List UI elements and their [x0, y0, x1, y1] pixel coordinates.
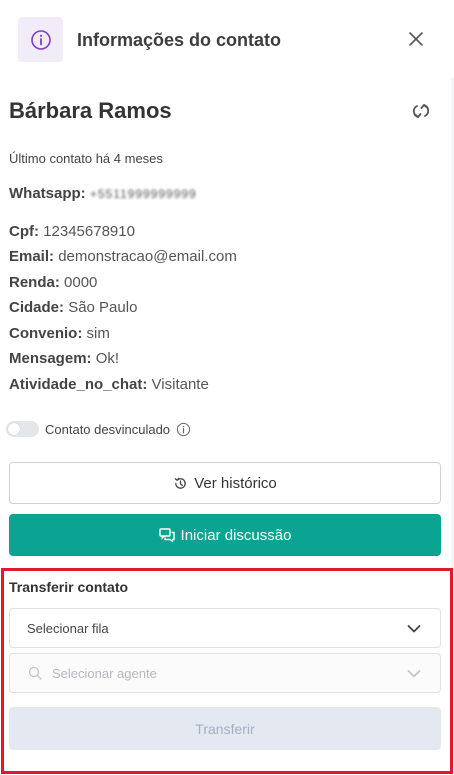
start-discussion-label: Iniciar discussão — [180, 526, 292, 544]
queue-select-placeholder: Selecionar fila — [27, 620, 109, 636]
info-circle-icon — [30, 29, 51, 50]
field-value: Visitante — [151, 376, 209, 393]
chat-bubbles-icon — [158, 527, 175, 542]
field-convenio: Convenio: sim — [9, 325, 110, 342]
field-key: Cpf: — [9, 223, 39, 240]
transfer-button[interactable]: Transferir — [9, 707, 441, 750]
field-value: +5511999999999 — [89, 187, 197, 201]
sync-icon[interactable] — [410, 100, 432, 122]
panel-title: Informações do contato — [77, 30, 282, 50]
transfer-title: Transferir contato — [9, 579, 129, 595]
unlinked-contact-row: Contato desvinculado — [6, 420, 191, 438]
field-cidade: Cidade: São Paulo — [9, 299, 137, 316]
close-button[interactable] — [404, 27, 428, 51]
view-history-button[interactable]: Ver histórico — [9, 462, 441, 504]
contact-name: Bárbara Ramos — [9, 98, 172, 123]
info-icon[interactable] — [176, 422, 191, 437]
unlinked-contact-toggle[interactable] — [6, 421, 39, 437]
field-cpf: Cpf: 12345678910 — [9, 223, 135, 240]
field-key: Whatsapp: — [9, 185, 86, 202]
queue-select[interactable]: Selecionar fila — [9, 608, 441, 648]
chevron-down-icon — [407, 625, 421, 633]
field-email: Email: demonstracao@email.com — [9, 248, 237, 265]
agent-select-placeholder: Selecionar agente — [52, 665, 157, 681]
chevron-down-icon — [407, 670, 421, 678]
search-icon — [28, 666, 42, 680]
field-atividade-no-chat: Atividade_no_chat: Visitante — [9, 376, 209, 393]
toggle-label: Contato desvinculado — [45, 421, 171, 437]
last-contact-text: Último contato há 4 meses — [9, 151, 163, 166]
info-icon-box — [18, 17, 63, 62]
agent-select[interactable]: Selecionar agente — [9, 653, 441, 693]
field-key: Email: — [9, 248, 55, 265]
field-key: Cidade: — [9, 299, 65, 316]
close-icon — [409, 32, 423, 46]
start-discussion-button[interactable]: Iniciar discussão — [9, 514, 441, 556]
field-whatsapp: Whatsapp: +5511999999999 — [9, 185, 197, 202]
panel-header: Informações do contato — [0, 0, 454, 78]
field-mensagem: Mensagem: Ok! — [9, 350, 119, 367]
history-icon — [174, 477, 187, 489]
field-value: 0000 — [64, 274, 98, 291]
field-key: Convenio: — [9, 325, 83, 342]
field-value: sim — [86, 325, 110, 342]
view-history-label: Ver histórico — [194, 474, 277, 492]
field-value: 12345678910 — [43, 223, 135, 240]
field-value: São Paulo — [68, 299, 138, 316]
field-value: Ok! — [95, 350, 120, 367]
transfer-button-label: Transferir — [195, 720, 255, 737]
field-value: demonstracao@email.com — [58, 248, 237, 265]
field-key: Mensagem: — [9, 350, 92, 367]
field-renda: Renda: 0000 — [9, 274, 97, 291]
field-key: Renda: — [9, 274, 60, 291]
field-key: Atividade_no_chat: — [9, 376, 148, 393]
